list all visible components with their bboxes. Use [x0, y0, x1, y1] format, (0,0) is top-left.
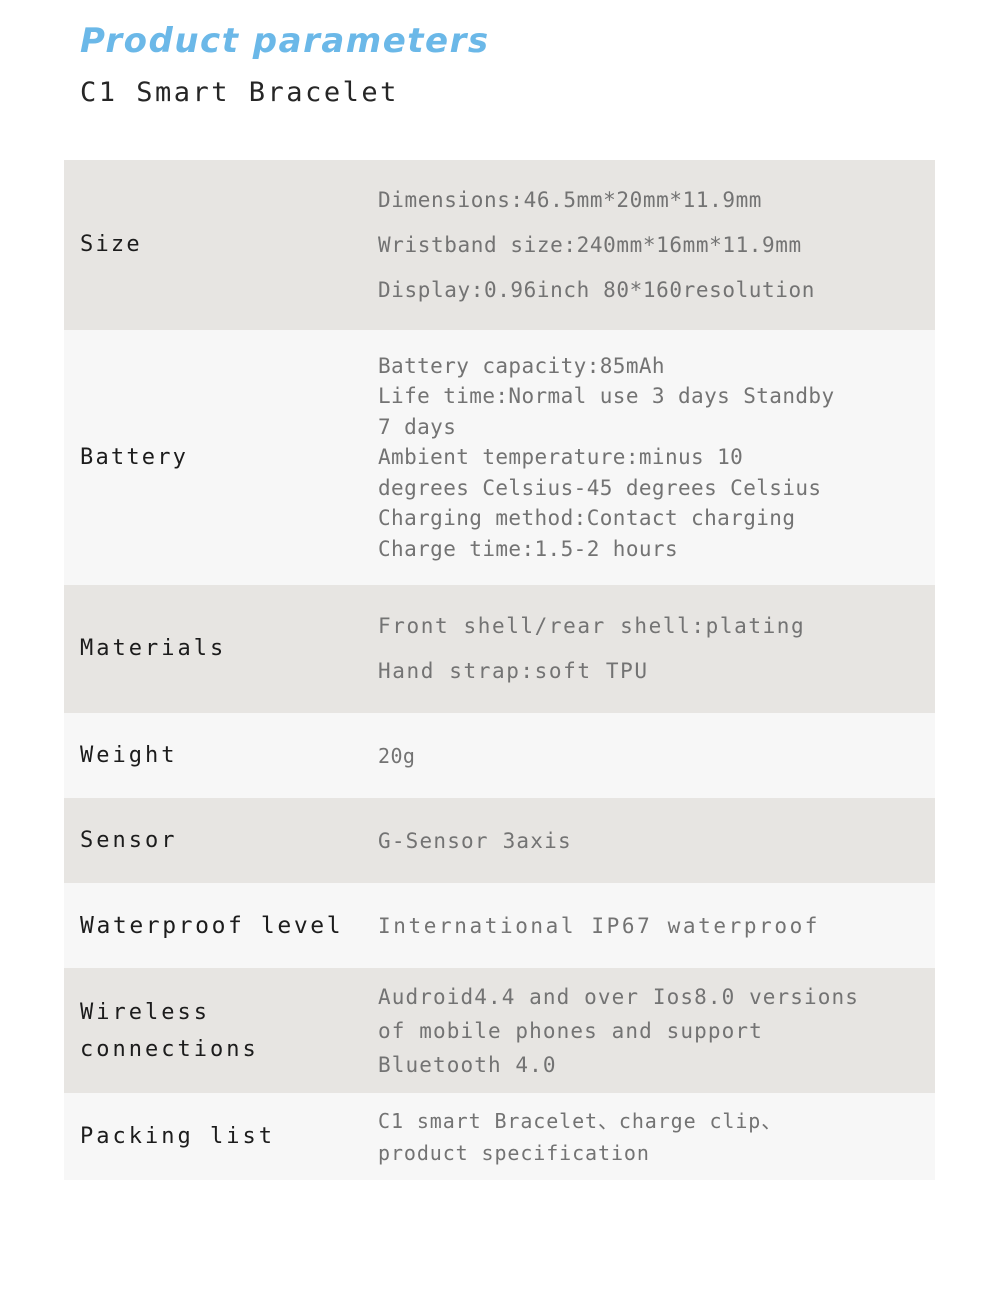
table-row: Materials Front shell/rear shell:plating…: [64, 585, 935, 713]
spec-value: Audroid4.4 and over Ios8.0 versions of m…: [378, 984, 860, 1077]
spec-value: Dimensions:46.5mm*20mm*11.9mm Wristband …: [378, 187, 816, 302]
table-row: Waterproof level International IP67 wate…: [64, 883, 935, 968]
table-row: Weight 20g: [64, 713, 935, 798]
page-heading: Product parameters C1 Smart Bracelet: [80, 18, 940, 113]
table-row: Sensor G-Sensor 3axis: [64, 798, 935, 883]
spec-label: Battery: [80, 444, 189, 470]
spec-label: Size: [80, 232, 142, 257]
spec-label: Weight: [80, 742, 178, 768]
spec-label: Packing list: [80, 1123, 275, 1149]
spec-value: G-Sensor 3axis: [378, 828, 572, 853]
spec-value: Battery capacity:85mAh Life time:Normal …: [378, 353, 835, 561]
spec-value: International IP67 waterproof: [378, 913, 821, 938]
spec-value: Front shell/rear shell:plating Hand stra…: [378, 614, 806, 683]
spec-label: Waterproof level: [80, 912, 344, 939]
table-row: Wireless connections Audroid4.4 and over…: [64, 968, 935, 1093]
table-row: Battery Battery capacity:85mAh Life time…: [64, 330, 935, 585]
spec-value: 20g: [378, 743, 416, 768]
spec-label: Materials: [80, 636, 227, 661]
product-parameters-page: Product parameters C1 Smart Bracelet Siz…: [0, 0, 1000, 1292]
table-row: Packing list C1 smart Bracelet、charge cl…: [64, 1093, 935, 1180]
page-title: Product parameters: [80, 21, 490, 61]
table-row: Size Dimensions:46.5mm*20mm*11.9mm Wrist…: [64, 160, 935, 330]
spec-value: C1 smart Bracelet、charge clip、 product s…: [378, 1108, 783, 1165]
spec-label: Sensor: [80, 827, 178, 853]
product-name: C1 Smart Bracelet: [80, 77, 399, 108]
specification-table: Size Dimensions:46.5mm*20mm*11.9mm Wrist…: [64, 160, 935, 1180]
spec-label: Wireless connections: [80, 999, 259, 1062]
